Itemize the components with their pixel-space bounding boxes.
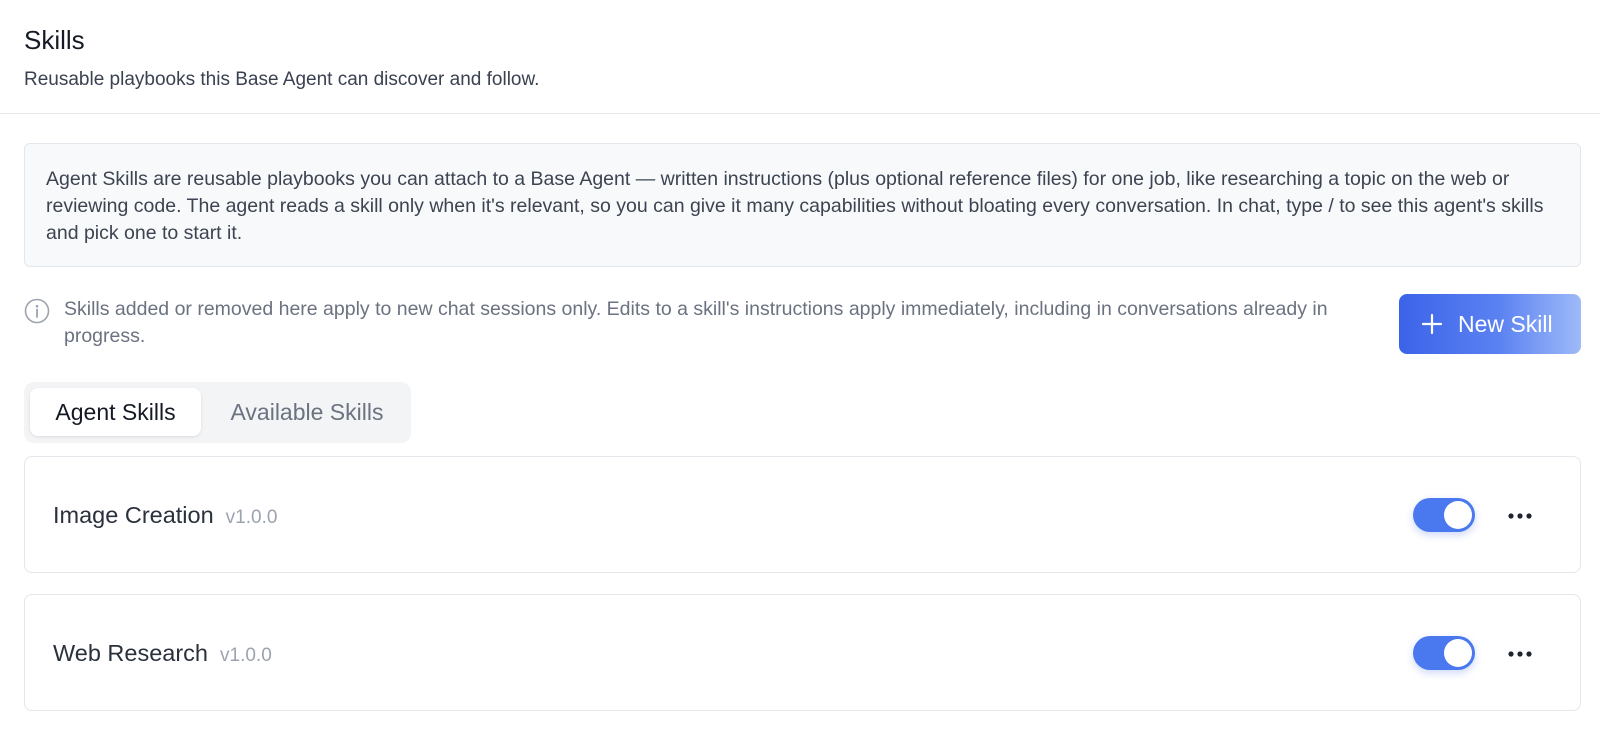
tab-agent-skills[interactable]: Agent Skills	[30, 388, 201, 436]
skill-version: v1.0.0	[220, 645, 272, 666]
skill-title: Image Creation	[53, 502, 214, 528]
skill-enabled-toggle[interactable]	[1413, 498, 1475, 532]
plus-icon	[1421, 313, 1443, 335]
skills-tabs: Agent Skills Available Skills	[24, 382, 411, 443]
skills-info-box: Agent Skills are reusable playbooks you …	[24, 143, 1581, 267]
skill-card-image-creation: Image Creation v1.0.0	[24, 456, 1581, 573]
skill-version: v1.0.0	[225, 507, 278, 528]
skill-card-web-research: Web Research v1.0.0	[24, 594, 1581, 711]
skill-enabled-toggle[interactable]	[1413, 636, 1475, 670]
more-options-button[interactable]	[1505, 639, 1535, 669]
more-options-button[interactable]	[1505, 501, 1535, 531]
tab-available-skills[interactable]: Available Skills	[207, 388, 407, 436]
skill-title: Web Research	[53, 640, 208, 666]
info-icon	[24, 298, 50, 324]
skills-info-text: Agent Skills are reusable playbooks you …	[46, 168, 1544, 244]
page-subtitle: Reusable playbooks this Base Agent can d…	[24, 69, 540, 90]
new-skill-button[interactable]: New Skill	[1399, 294, 1581, 354]
notice-text: Skills added or removed here apply to ne…	[64, 298, 1328, 347]
page-title: Skills	[24, 25, 85, 55]
more-horizontal-icon	[1508, 651, 1532, 657]
skill-name: Image Creation v1.0.0	[53, 501, 277, 532]
toggle-knob	[1444, 501, 1472, 529]
new-skill-label: New Skill	[1458, 311, 1553, 337]
page-header: Skills Reusable playbooks this Base Agen…	[0, 0, 1600, 114]
toggle-knob	[1444, 639, 1472, 667]
more-horizontal-icon	[1508, 513, 1532, 519]
skill-name: Web Research v1.0.0	[53, 639, 272, 670]
